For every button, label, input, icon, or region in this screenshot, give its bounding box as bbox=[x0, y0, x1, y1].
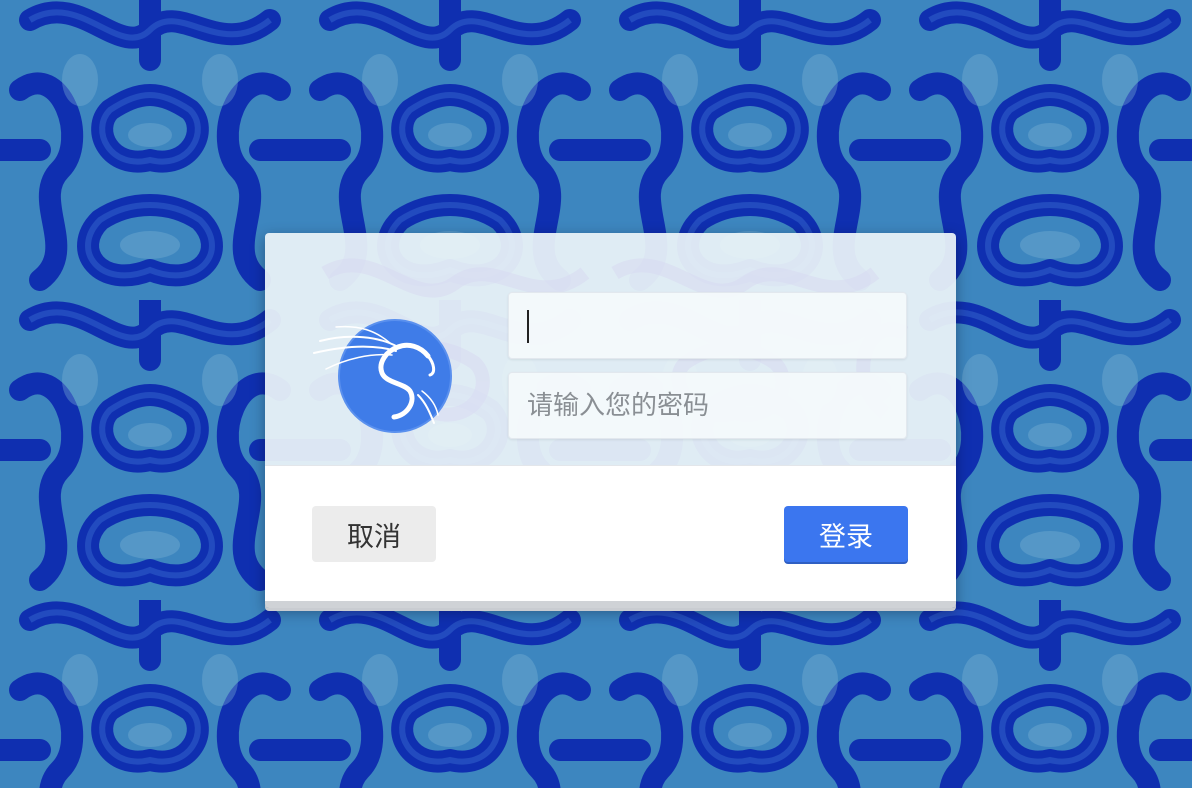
text-cursor bbox=[527, 310, 529, 343]
dialog-header-area bbox=[265, 233, 956, 465]
password-input[interactable] bbox=[508, 372, 907, 439]
username-input[interactable] bbox=[508, 292, 907, 359]
kali-dragon-icon bbox=[313, 319, 452, 433]
cancel-button[interactable]: 取消 bbox=[312, 506, 436, 562]
dialog-bottom-edge bbox=[265, 601, 956, 608]
login-button[interactable]: 登录 bbox=[784, 506, 908, 562]
login-dialog: 取消 登录 bbox=[265, 233, 956, 608]
